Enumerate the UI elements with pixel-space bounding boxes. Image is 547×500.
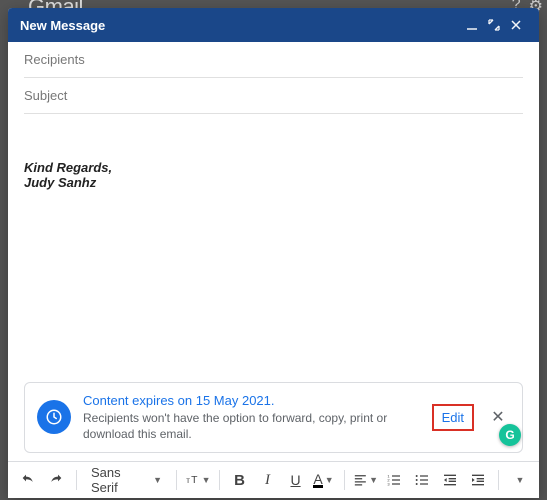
signature-line2: Judy Sanhz xyxy=(24,175,523,190)
window-title: New Message xyxy=(20,18,461,33)
header-fields: Recipients Subject xyxy=(8,42,539,114)
svg-text:T: T xyxy=(191,475,198,486)
confidential-title: Content expires on 15 May 2021. xyxy=(83,393,420,408)
indent-more-button[interactable] xyxy=(466,468,490,492)
confidential-edit-button[interactable]: Edit xyxy=(432,404,474,431)
bullet-list-button[interactable] xyxy=(410,468,434,492)
align-button[interactable]: ▼ xyxy=(353,468,379,492)
more-formatting-button[interactable]: ▼ xyxy=(507,468,531,492)
bold-button[interactable]: B xyxy=(228,468,252,492)
chevron-down-icon: ▼ xyxy=(514,475,525,485)
signature-line1: Kind Regards, xyxy=(24,160,523,175)
chevron-down-icon: ▼ xyxy=(200,475,211,485)
titlebar: New Message xyxy=(8,8,539,42)
close-button[interactable] xyxy=(505,14,527,36)
indent-less-button[interactable] xyxy=(438,468,462,492)
font-family-label: Sans Serif xyxy=(91,465,147,495)
chevron-down-icon: ▼ xyxy=(151,475,162,485)
confidential-icon xyxy=(37,400,71,434)
font-family-select[interactable]: Sans Serif ▼ xyxy=(85,468,168,492)
svg-text:3: 3 xyxy=(387,481,390,486)
formatting-toolbar: Sans Serif ▼ тT ▼ B I U A ▼ ▼ 123 xyxy=(8,461,539,498)
text-color-button[interactable]: A ▼ xyxy=(312,468,336,492)
numbered-list-button[interactable]: 123 xyxy=(382,468,406,492)
subject-field[interactable]: Subject xyxy=(24,78,523,114)
confidential-subtitle: Recipients won't have the option to forw… xyxy=(83,410,420,442)
underline-button[interactable]: U xyxy=(284,468,308,492)
expand-button[interactable] xyxy=(483,14,505,36)
minimize-button[interactable] xyxy=(461,14,483,36)
email-body[interactable]: Kind Regards, Judy Sanhz xyxy=(8,114,539,382)
compose-window: New Message Recipients Subject Kind Rega… xyxy=(8,8,539,498)
font-size-select[interactable]: тT ▼ xyxy=(185,468,211,492)
italic-button[interactable]: I xyxy=(256,468,280,492)
chevron-down-icon: ▼ xyxy=(323,475,334,485)
recipients-field[interactable]: Recipients xyxy=(24,42,523,78)
confidential-banner: Content expires on 15 May 2021. Recipien… xyxy=(24,382,523,453)
svg-text:т: т xyxy=(186,476,190,485)
grammarly-icon[interactable]: G xyxy=(499,424,521,446)
chevron-down-icon: ▼ xyxy=(367,475,378,485)
redo-button[interactable] xyxy=(44,468,68,492)
undo-button[interactable] xyxy=(16,468,40,492)
